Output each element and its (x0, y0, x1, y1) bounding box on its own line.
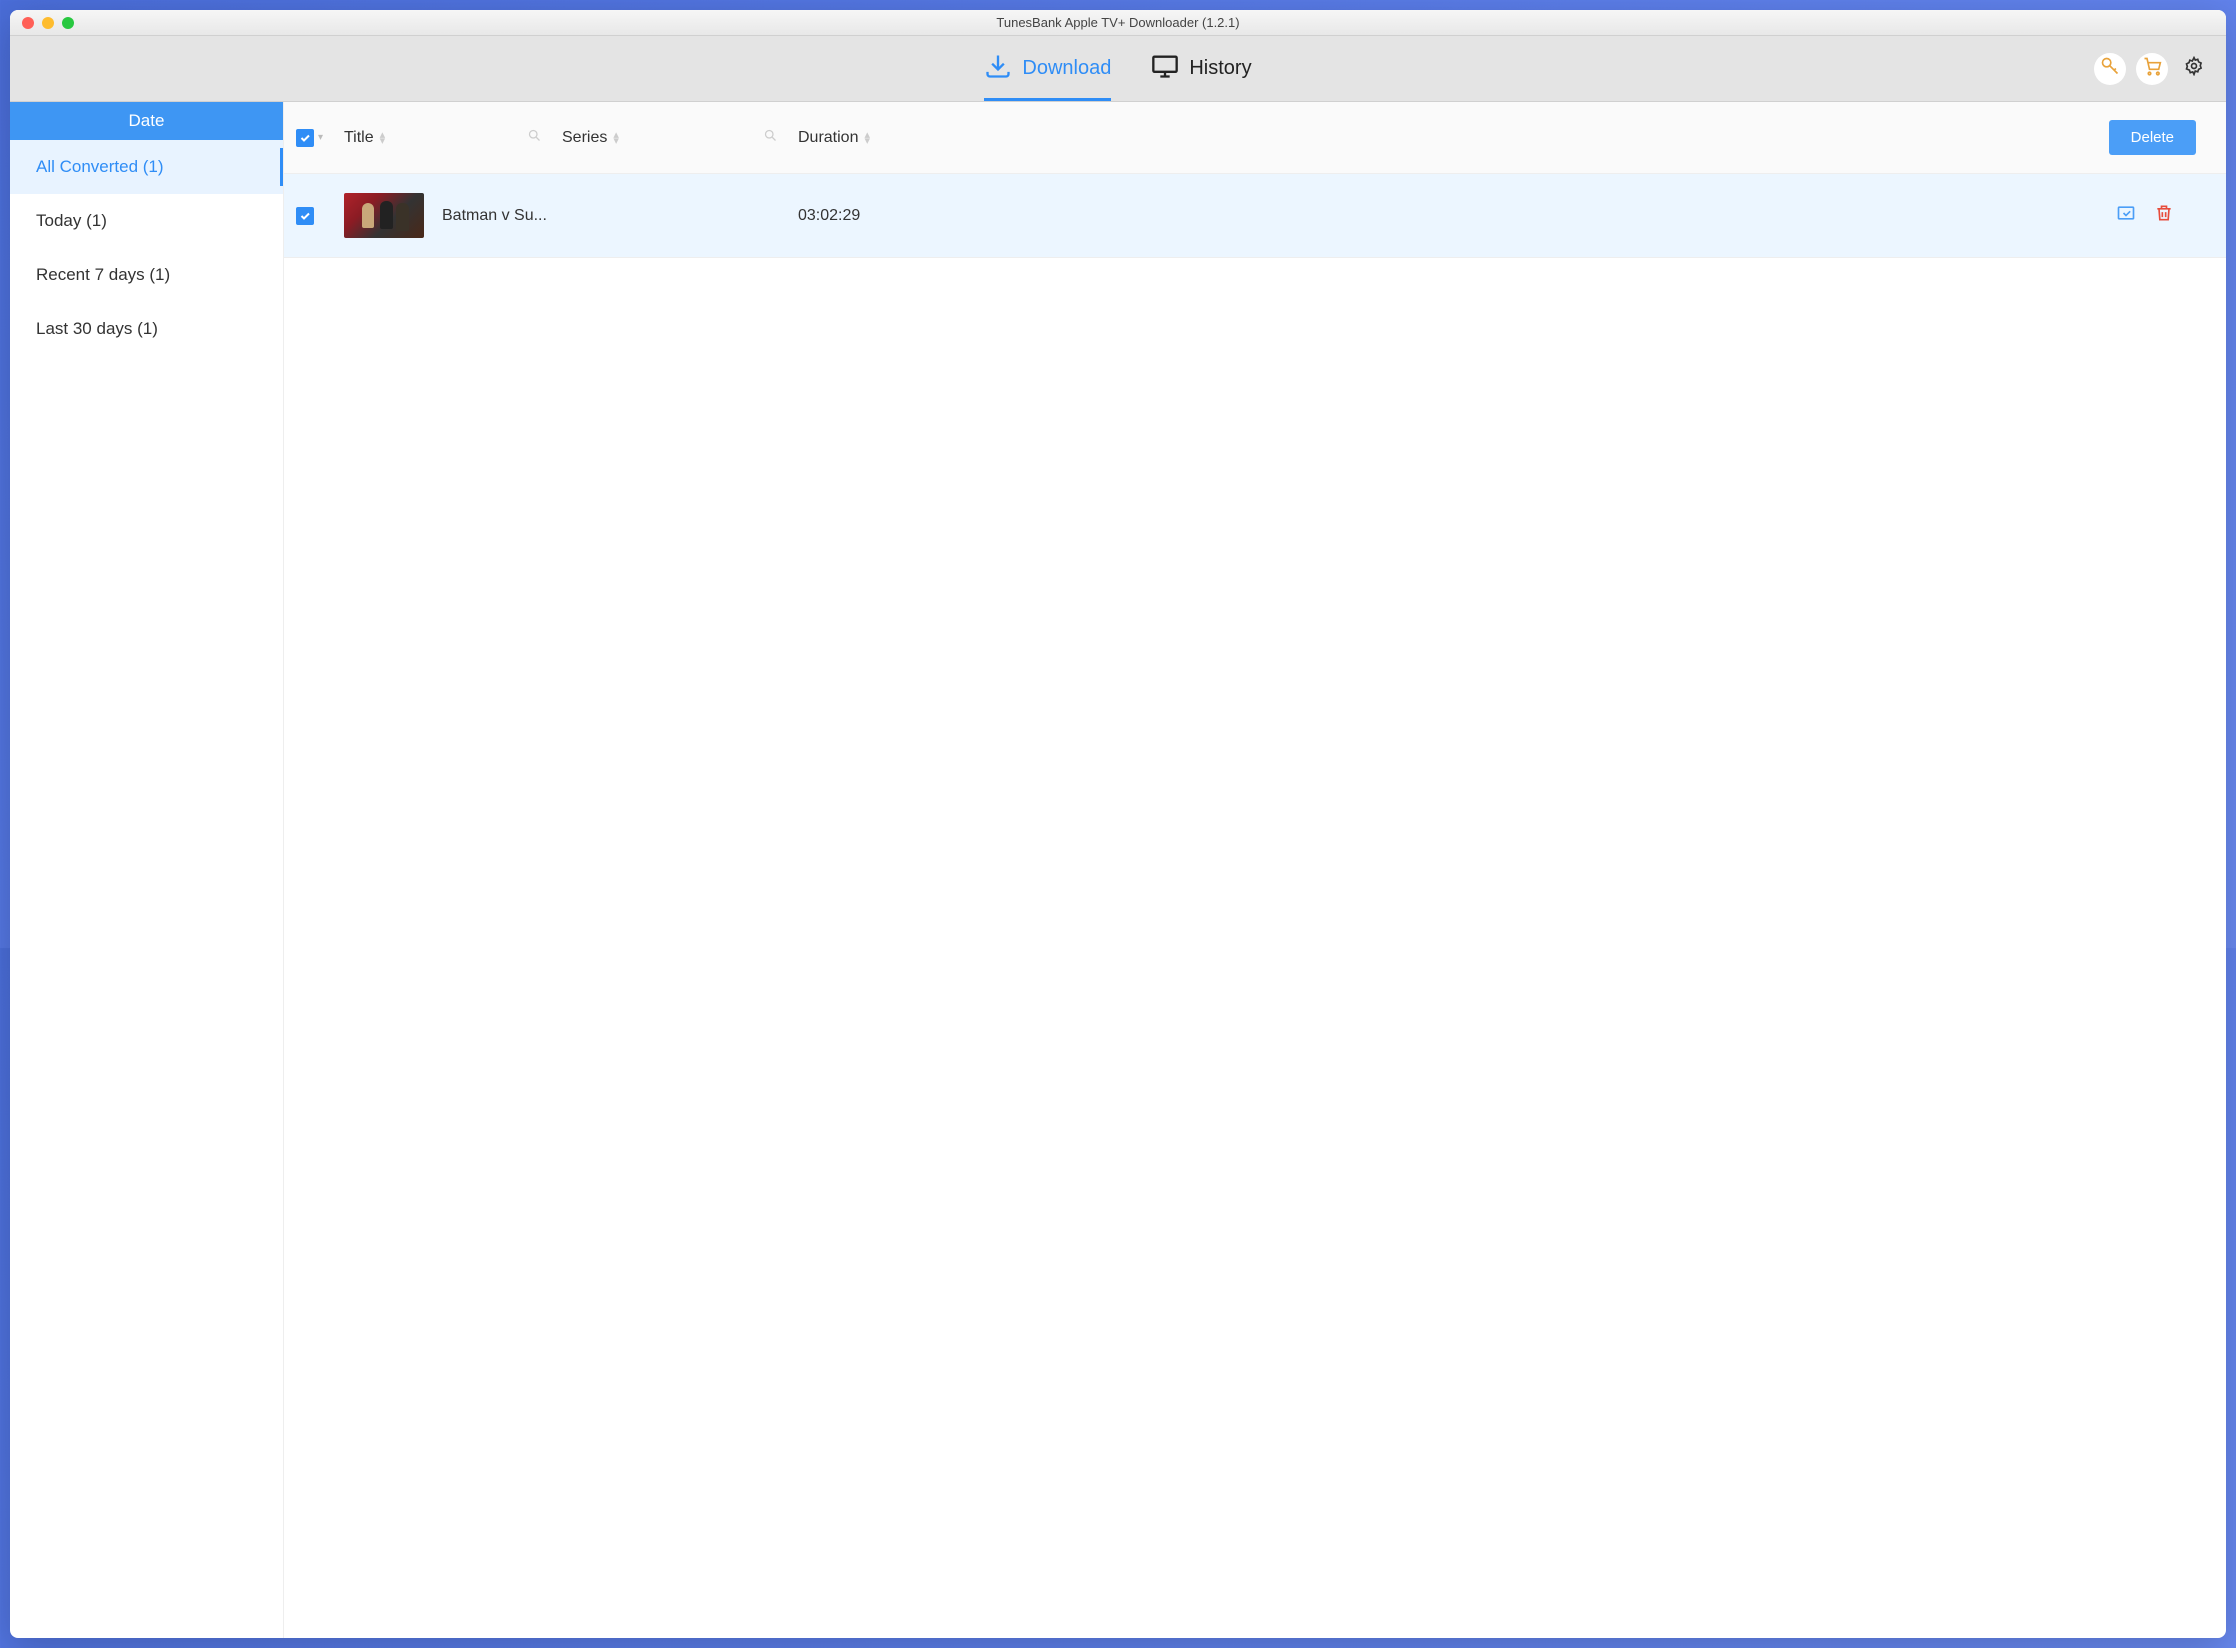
search-icon[interactable] (527, 128, 542, 148)
delete-button[interactable]: Delete (2109, 120, 2196, 155)
header-duration-col[interactable]: Duration ▴▾ (798, 129, 1018, 147)
sidebar-item-all-converted[interactable]: All Converted (1) (10, 140, 283, 194)
header-actions-col: Delete (1018, 120, 2214, 155)
titlebar: TunesBank Apple TV+ Downloader (1.2.1) (10, 10, 2226, 36)
row-checkbox[interactable] (296, 207, 314, 225)
download-icon (984, 52, 1012, 86)
main-area: ▾ Title ▴▾ Series ▴▾ Durat (284, 102, 2226, 1638)
thumbnail (344, 193, 424, 238)
tab-history[interactable]: History (1151, 36, 1251, 101)
key-icon (2100, 56, 2120, 81)
search-icon[interactable] (763, 128, 778, 148)
key-button[interactable] (2094, 53, 2126, 85)
sidebar-item-today[interactable]: Today (1) (10, 194, 283, 248)
table-row[interactable]: Batman v Su... 03:02:29 (284, 174, 2226, 258)
header-checkbox-cell: ▾ (296, 129, 344, 147)
window-controls (10, 17, 74, 29)
tab-history-label: History (1189, 57, 1251, 80)
sidebar-item-label: Last 30 days (1) (36, 319, 158, 339)
row-title-cell: Batman v Su... (344, 193, 798, 238)
sort-icon: ▴▾ (613, 132, 619, 144)
cart-icon (2142, 56, 2162, 81)
monitor-icon (1151, 52, 1179, 86)
header-duration-label: Duration (798, 129, 858, 147)
app-window: TunesBank Apple TV+ Downloader (1.2.1) D… (10, 10, 2226, 1638)
table-header: ▾ Title ▴▾ Series ▴▾ Durat (284, 102, 2226, 174)
sidebar-item-label: Recent 7 days (1) (36, 265, 170, 285)
header-series-col[interactable]: Series ▴▾ (562, 128, 798, 148)
sort-icon: ▴▾ (380, 132, 386, 144)
minimize-window-button[interactable] (42, 17, 54, 29)
body: Date All Converted (1) Today (1) Recent … (10, 102, 2226, 1638)
sidebar: Date All Converted (1) Today (1) Recent … (10, 102, 284, 1638)
settings-button[interactable] (2178, 53, 2210, 85)
header-series-label: Series (562, 129, 607, 147)
row-duration: 03:02:29 (798, 207, 860, 225)
header-title-col[interactable]: Title ▴▾ (344, 128, 562, 148)
open-folder-icon[interactable] (2116, 203, 2136, 228)
trash-icon[interactable] (2154, 203, 2174, 228)
tab-download[interactable]: Download (984, 36, 1111, 101)
sidebar-header: Date (10, 102, 283, 140)
select-all-checkbox[interactable] (296, 129, 314, 147)
toolbar: Download History (10, 36, 2226, 102)
sort-icon: ▴▾ (864, 132, 870, 144)
gear-icon (2184, 56, 2204, 81)
chevron-down-icon[interactable]: ▾ (318, 132, 323, 143)
row-actions (1018, 203, 2214, 228)
maximize-window-button[interactable] (62, 17, 74, 29)
row-title: Batman v Su... (442, 207, 547, 225)
close-window-button[interactable] (22, 17, 34, 29)
cart-button[interactable] (2136, 53, 2168, 85)
sidebar-item-last-30-days[interactable]: Last 30 days (1) (10, 302, 283, 356)
toolbar-right (2094, 53, 2210, 85)
main-tabs: Download History (984, 36, 1251, 101)
window-title: TunesBank Apple TV+ Downloader (1.2.1) (10, 15, 2226, 30)
sidebar-item-label: Today (1) (36, 211, 107, 231)
row-duration-cell: 03:02:29 (798, 207, 1018, 225)
row-checkbox-cell (296, 207, 344, 225)
tab-download-label: Download (1022, 57, 1111, 80)
sidebar-item-recent-7-days[interactable]: Recent 7 days (1) (10, 248, 283, 302)
sidebar-item-label: All Converted (1) (36, 157, 164, 177)
header-title-label: Title (344, 129, 374, 147)
